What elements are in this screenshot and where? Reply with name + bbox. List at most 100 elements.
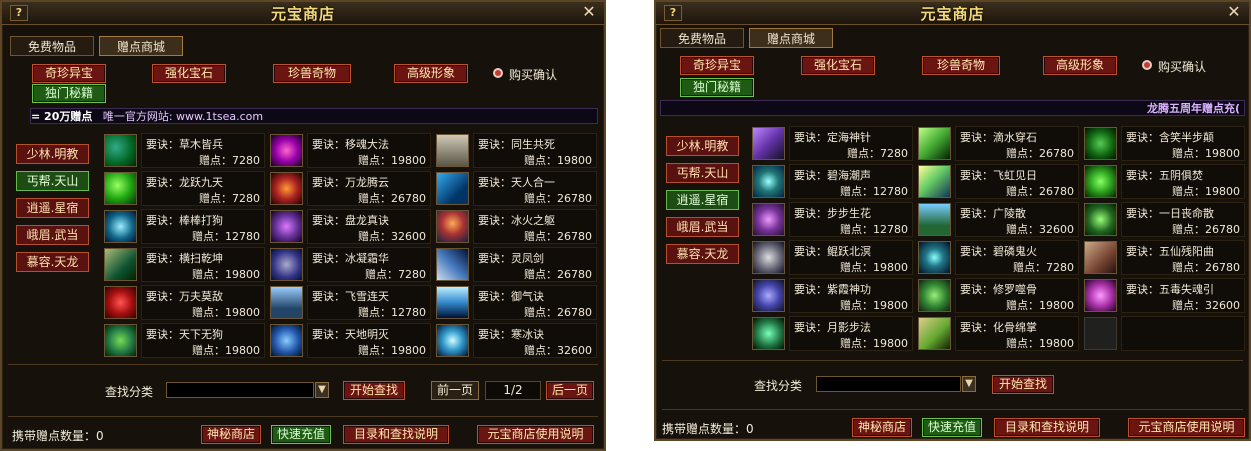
item-slot[interactable]: 要诀：五阴俱焚 赠点：19800 (1084, 164, 1246, 200)
skill-book-icon[interactable] (1084, 165, 1117, 198)
category-enhance-gems[interactable]: 强化宝石 (152, 64, 226, 83)
category-secret-manuals[interactable]: 独门秘籍 (32, 84, 106, 103)
skill-book-icon[interactable] (918, 279, 951, 312)
title-bar[interactable]: ? 元宝商店 ✕ (2, 2, 604, 25)
skill-book-icon[interactable] (918, 203, 951, 236)
category-rare-beasts[interactable]: 珍兽奇物 (273, 64, 351, 83)
sect-button[interactable]: 逍遥.星宿 (666, 190, 739, 210)
skill-book-icon[interactable] (436, 172, 469, 205)
search-category-input[interactable] (166, 382, 314, 398)
item-slot[interactable]: 要诀：碧海潮声 赠点：12780 (752, 164, 914, 200)
skill-book-icon[interactable] (752, 203, 785, 236)
item-slot[interactable]: 要诀：飞雪连天 赠点：12780 (270, 285, 432, 321)
mystery-shop-button[interactable]: 神秘商店 (201, 425, 261, 444)
skill-book-icon[interactable] (918, 127, 951, 160)
purchase-confirm-radio[interactable] (1142, 60, 1152, 70)
skill-book-icon[interactable] (436, 134, 469, 167)
category-rare-treasures[interactable]: 奇珍异宝 (32, 64, 106, 83)
shop-guide-button[interactable]: 元宝商店使用说明 (1128, 418, 1245, 437)
skill-book-icon[interactable] (752, 279, 785, 312)
item-slot[interactable]: 要诀：步步生花 赠点：12780 (752, 202, 914, 238)
skill-book-icon[interactable] (436, 248, 469, 281)
skill-book-icon[interactable] (104, 286, 137, 319)
item-slot[interactable]: 要诀：万夫莫敌 赠点：19800 (104, 285, 266, 321)
item-slot[interactable]: 要诀：冰火之躯 赠点：26780 (436, 209, 598, 245)
item-slot[interactable]: 要诀：万龙腾云 赠点：26780 (270, 171, 432, 207)
sect-button[interactable]: 峨眉.武当 (16, 225, 89, 245)
item-slot[interactable]: 要诀：横扫乾坤 赠点：19800 (104, 247, 266, 283)
item-slot[interactable]: 要诀：天人合一 赠点：26780 (436, 171, 598, 207)
dropdown-arrow-icon[interactable]: ▼ (962, 376, 976, 392)
next-page-button[interactable]: 后一页 (546, 381, 594, 400)
skill-book-icon[interactable] (918, 165, 951, 198)
quick-recharge-button[interactable]: 快速充值 (271, 425, 331, 444)
item-slot[interactable]: 要诀：滴水穿石 赠点：26780 (918, 126, 1080, 162)
sect-button[interactable]: 丐帮.天山 (666, 163, 739, 183)
item-slot[interactable]: 要诀：龙跃九天 赠点：7280 (104, 171, 266, 207)
skill-book-icon[interactable] (752, 241, 785, 274)
start-search-button[interactable]: 开始查找 (343, 381, 405, 400)
shop-guide-button[interactable]: 元宝商店使用说明 (477, 425, 594, 444)
item-slot[interactable]: 要诀：天下无狗 赠点：19800 (104, 323, 266, 359)
skill-book-icon[interactable] (270, 210, 303, 243)
skill-book-icon[interactable] (752, 317, 785, 350)
skill-book-icon[interactable] (270, 134, 303, 167)
mystery-shop-button[interactable]: 神秘商店 (852, 418, 912, 437)
skill-book-icon[interactable] (1084, 203, 1117, 236)
skill-book-icon[interactable] (918, 317, 951, 350)
purchase-confirm-radio[interactable] (493, 68, 503, 78)
item-slot[interactable]: 要诀：五仙残阳曲 赠点：26780 (1084, 240, 1246, 276)
skill-book-icon[interactable] (104, 134, 137, 167)
skill-book-icon[interactable] (104, 248, 137, 281)
skill-book-icon[interactable] (104, 172, 137, 205)
item-slot[interactable]: 要诀：定海神针 赠点：7280 (752, 126, 914, 162)
item-slot[interactable]: 要诀：冰凝霜华 赠点：7280 (270, 247, 432, 283)
item-slot[interactable]: 要诀：一日丧命散 赠点：26780 (1084, 202, 1246, 238)
item-slot[interactable]: 要诀：同生共死 赠点：19800 (436, 133, 598, 169)
sect-button[interactable]: 少林.明教 (666, 136, 739, 156)
sect-button[interactable]: 慕容.天龙 (16, 252, 89, 272)
category-secret-manuals[interactable]: 独门秘籍 (680, 78, 754, 97)
skill-book-icon[interactable] (1084, 127, 1117, 160)
category-premium-appearance[interactable]: 高级形象 (1043, 56, 1117, 75)
item-slot[interactable]: 要诀：碧磷鬼火 赠点：7280 (918, 240, 1080, 276)
item-slot[interactable]: 要诀：移魂大法 赠点：19800 (270, 133, 432, 169)
skill-book-icon[interactable] (918, 241, 951, 274)
title-bar[interactable]: ? 元宝商店 ✕ (656, 2, 1249, 25)
item-slot[interactable]: 要诀：广陵散 赠点：32600 (918, 202, 1080, 238)
item-slot[interactable]: 要诀：飞虹见日 赠点：26780 (918, 164, 1080, 200)
skill-book-icon[interactable] (270, 286, 303, 319)
item-slot[interactable]: 要诀：修罗噬骨 赠点：19800 (918, 278, 1080, 314)
sect-button[interactable]: 丐帮.天山 (16, 171, 89, 191)
item-slot[interactable]: 要诀：草木皆兵 赠点：7280 (104, 133, 266, 169)
tab-free-items[interactable]: 免费物品 (660, 28, 744, 48)
skill-book-icon[interactable] (436, 286, 469, 319)
item-slot[interactable]: 要诀：化骨绵掌 赠点：19800 (918, 316, 1080, 352)
skill-book-icon[interactable] (104, 324, 137, 357)
item-slot[interactable]: 要诀：鲲跃北溟 赠点：19800 (752, 240, 914, 276)
skill-book-icon[interactable] (752, 165, 785, 198)
tab-gift-point-mall[interactable]: 赠点商城 (99, 36, 183, 56)
category-enhance-gems[interactable]: 强化宝石 (801, 56, 875, 75)
item-slot[interactable]: 要诀：御气诀 赠点：26780 (436, 285, 598, 321)
sect-button[interactable]: 峨眉.武当 (666, 217, 739, 237)
item-slot[interactable]: 要诀：寒冰诀 赠点：32600 (436, 323, 598, 359)
sect-button[interactable]: 少林.明教 (16, 144, 89, 164)
close-icon[interactable]: ✕ (580, 4, 598, 20)
category-rare-treasures[interactable]: 奇珍异宝 (680, 56, 754, 75)
skill-book-icon[interactable] (436, 324, 469, 357)
catalog-help-button[interactable]: 目录和查找说明 (994, 418, 1100, 437)
item-slot[interactable]: 要诀：五毒失魂引 赠点：32600 (1084, 278, 1246, 314)
category-rare-beasts[interactable]: 珍兽奇物 (922, 56, 1000, 75)
sect-button[interactable]: 逍遥.星宿 (16, 198, 89, 218)
start-search-button[interactable]: 开始查找 (992, 375, 1054, 394)
item-slot[interactable]: 要诀：月影步法 赠点：19800 (752, 316, 914, 352)
skill-book-icon[interactable] (1084, 241, 1117, 274)
skill-book-icon[interactable] (270, 248, 303, 281)
category-premium-appearance[interactable]: 高级形象 (394, 64, 468, 83)
skill-book-icon[interactable] (270, 324, 303, 357)
skill-book-icon[interactable] (270, 172, 303, 205)
catalog-help-button[interactable]: 目录和查找说明 (343, 425, 449, 444)
skill-book-icon[interactable] (752, 127, 785, 160)
quick-recharge-button[interactable]: 快速充值 (922, 418, 982, 437)
